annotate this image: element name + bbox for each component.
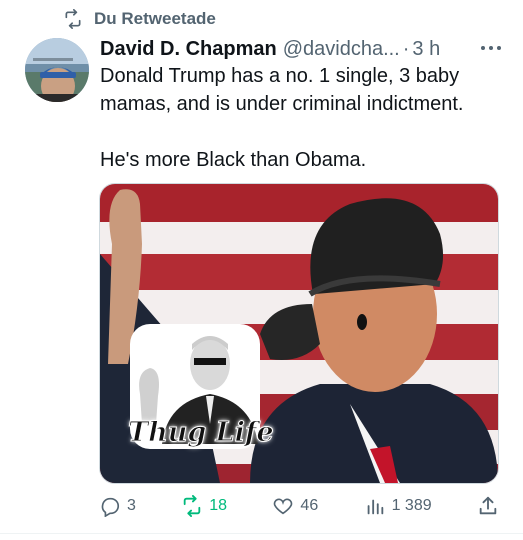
like-icon — [274, 498, 293, 515]
author-handle[interactable]: @davidcha... — [283, 38, 400, 61]
tweet-text-line: Donald Trump has a no. 1 single, 3 baby … — [100, 65, 464, 115]
like-count: 46 — [300, 497, 319, 514]
share-icon — [479, 496, 497, 515]
retweeted-label: Du Retweetade — [94, 9, 216, 28]
like-button[interactable]: 46 — [272, 495, 318, 517]
retweet-icon — [65, 9, 81, 29]
reply-button[interactable]: 3 — [99, 495, 136, 517]
retweet-icon — [184, 495, 201, 517]
reply-icon — [101, 497, 120, 517]
tweet-actions: 3 18 46 1 389 — [99, 493, 499, 519]
avatar-image — [25, 38, 89, 102]
tweet-media[interactable]: Thug Life — [99, 183, 499, 484]
tweet-header: David D. Chapman @davidcha... · 3 h — [100, 36, 505, 62]
tweet-text-line: He's more Black than Obama. — [100, 149, 367, 171]
tweet-text: Donald Trump has a no. 1 single, 3 baby … — [100, 62, 510, 174]
sticker-text: Thug Life — [128, 417, 275, 449]
retweet-count: 18 — [209, 497, 228, 514]
views-icon — [367, 499, 383, 515]
divider — [0, 533, 523, 534]
share-button[interactable] — [477, 495, 499, 517]
separator-dot: · — [402, 37, 410, 60]
more-icon[interactable] — [479, 36, 503, 60]
author-name[interactable]: David D. Chapman — [100, 38, 277, 61]
reply-count: 3 — [127, 497, 136, 514]
retweet-button[interactable]: 18 — [181, 495, 227, 517]
views-button[interactable]: 1 389 — [364, 495, 432, 517]
views-count: 1 389 — [391, 497, 432, 514]
tweet-time[interactable]: 3 h — [412, 38, 440, 61]
avatar[interactable] — [25, 38, 89, 102]
retweeted-indicator[interactable]: Du Retweetade — [62, 8, 216, 30]
